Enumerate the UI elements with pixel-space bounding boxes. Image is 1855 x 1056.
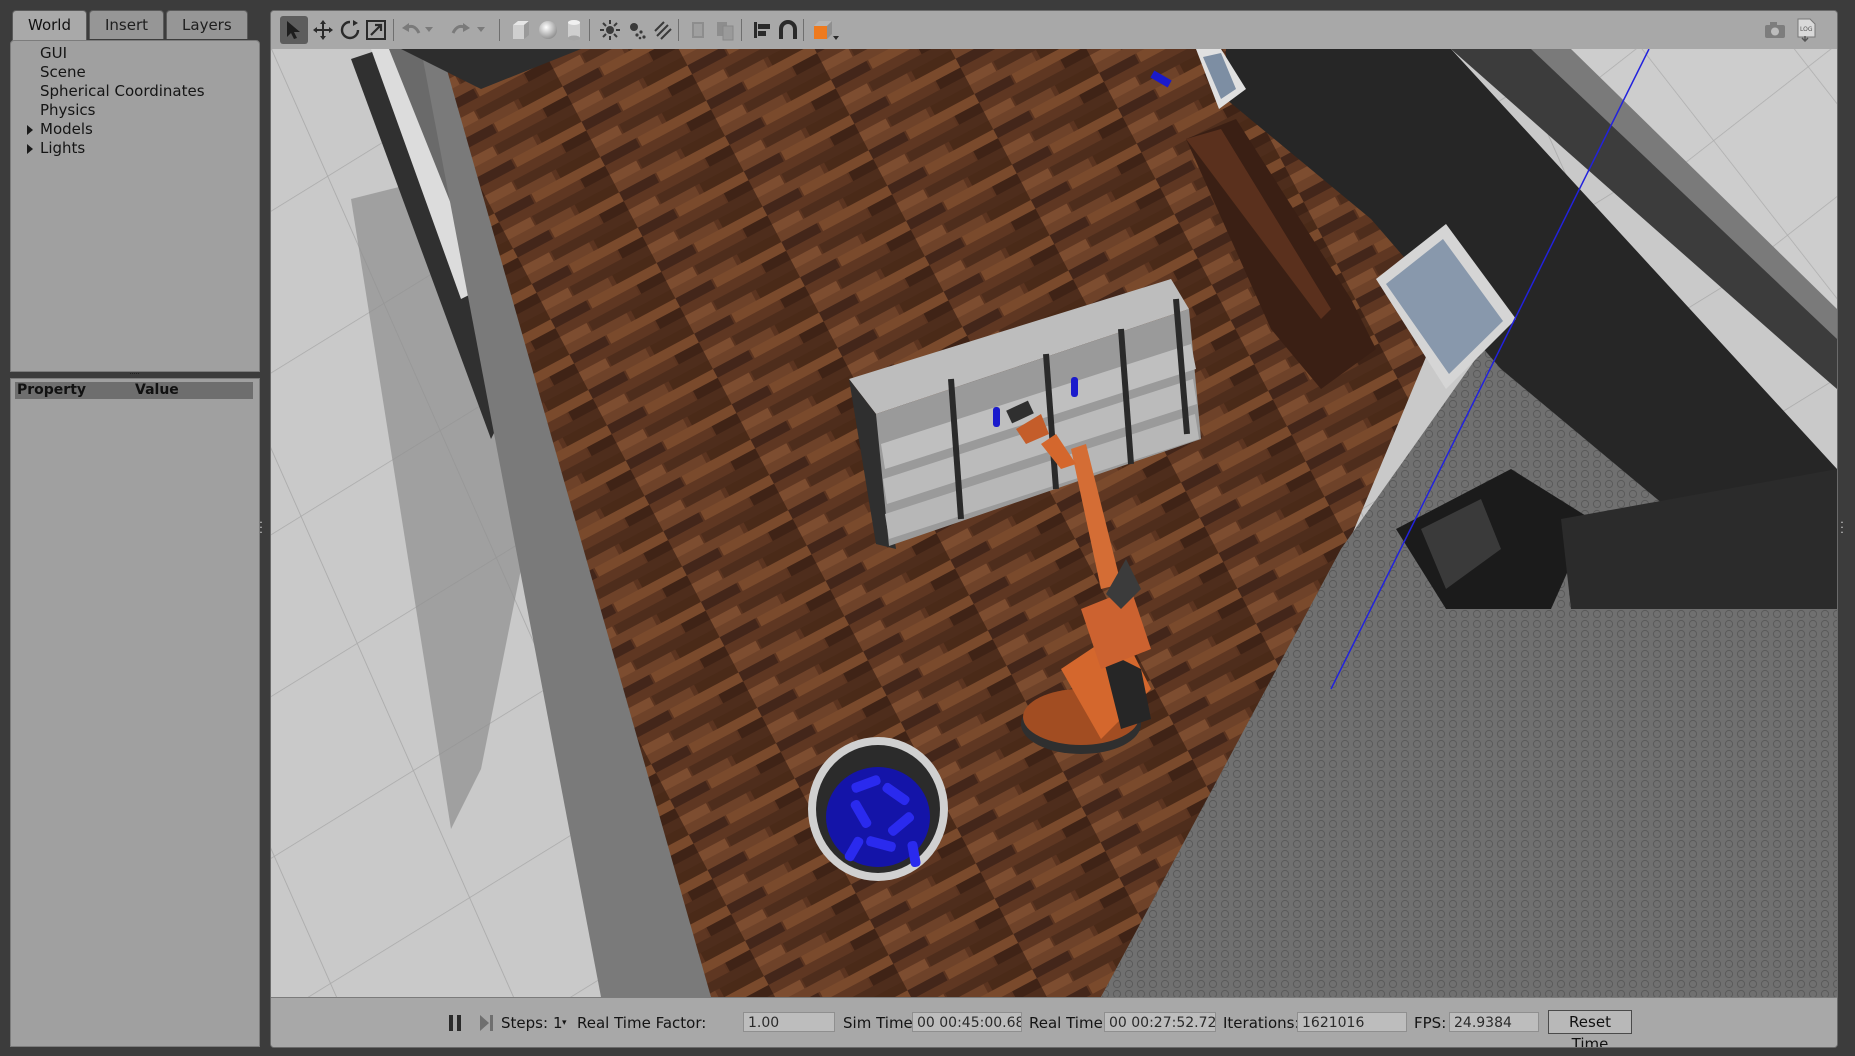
real-time-factor-label: Real Time Factor:: [577, 1014, 707, 1032]
main-area: LOG Steps: 1 ▾ Real Time Factor: 1.00 Si…: [270, 10, 1838, 1048]
undo-dropdown-icon[interactable]: [422, 16, 436, 44]
toolbar-separator: [393, 19, 394, 41]
step-forward-icon[interactable]: [472, 1009, 500, 1037]
fps-label: FPS:: [1414, 1014, 1447, 1032]
real-time-label: Real Time:: [1029, 1014, 1108, 1032]
sim-time-field: 00 00:45:00.683: [912, 1012, 1022, 1032]
property-panel: Property Value: [10, 378, 260, 1047]
right-panel-collapse-handle[interactable]: · · ·: [1840, 517, 1844, 538]
left-panel-collapse-handle[interactable]: · · ·: [259, 517, 263, 538]
point-light-icon[interactable]: [596, 16, 624, 44]
world-tree: GUI Scene Spherical Coordinates Physics …: [10, 40, 260, 372]
tree-item-label: Spherical Coordinates: [40, 82, 205, 100]
steps-label: Steps:: [501, 1014, 549, 1032]
view-angle-icon[interactable]: [809, 16, 843, 44]
toolbar-separator: [678, 19, 679, 41]
tree-item-physics[interactable]: Physics: [40, 101, 95, 120]
fps-field: 24.9384: [1449, 1012, 1539, 1032]
expand-arrow-icon[interactable]: [27, 144, 33, 154]
scale-icon[interactable]: [362, 16, 390, 44]
rotate-icon[interactable]: [336, 16, 364, 44]
tab-layers[interactable]: Layers: [166, 10, 248, 39]
tree-item-lights[interactable]: Lights: [27, 139, 86, 158]
screenshot-camera-icon[interactable]: [1761, 16, 1789, 44]
reset-time-button[interactable]: Reset Time: [1548, 1010, 1632, 1047]
tree-item-label: Models: [40, 120, 93, 138]
select-arrow-icon[interactable]: [280, 16, 308, 44]
real-time-factor-field: 1.00: [743, 1012, 835, 1032]
redo-icon[interactable]: [447, 16, 475, 44]
spot-light-icon[interactable]: [623, 16, 651, 44]
tree-item-gui[interactable]: GUI: [40, 44, 67, 63]
scene-render: [271, 49, 1837, 997]
toolbar: LOG: [271, 11, 1837, 50]
directional-light-icon[interactable]: [649, 16, 677, 44]
bin-model: [808, 737, 948, 881]
toolbar-separator: [803, 19, 804, 41]
3d-viewport[interactable]: [271, 49, 1837, 997]
copy-icon[interactable]: [684, 16, 712, 44]
toolbar-separator: [499, 19, 500, 41]
box-icon[interactable]: [507, 16, 535, 44]
align-icon[interactable]: [748, 16, 776, 44]
iterations-field: 1621016: [1297, 1012, 1407, 1032]
iterations-label: Iterations:: [1223, 1014, 1300, 1032]
undo-icon[interactable]: [397, 16, 425, 44]
tree-item-label: Physics: [40, 101, 96, 119]
value-column-header[interactable]: Value: [135, 382, 179, 399]
snap-magnet-icon[interactable]: [774, 16, 802, 44]
tree-item-models[interactable]: Models: [27, 120, 93, 139]
tab-insert[interactable]: Insert: [89, 10, 165, 39]
tree-item-spherical-coordinates[interactable]: Spherical Coordinates: [40, 82, 205, 101]
svg-text:LOG: LOG: [1800, 26, 1813, 33]
sim-time-label: Sim Time:: [843, 1014, 918, 1032]
status-bar: Steps: 1 ▾ Real Time Factor: 1.00 Sim Ti…: [271, 997, 1837, 1047]
tree-item-label: GUI: [40, 44, 68, 62]
steps-spinner-icon[interactable]: ▾: [562, 1013, 567, 1033]
translate-icon[interactable]: [309, 16, 337, 44]
log-icon[interactable]: LOG: [1792, 16, 1820, 44]
property-table-header: Property Value: [15, 382, 253, 399]
property-column-header[interactable]: Property: [17, 382, 86, 399]
toolbar-separator: [741, 19, 742, 41]
toolbar-separator: [589, 19, 590, 41]
cylinder-icon[interactable]: [560, 16, 588, 44]
redo-dropdown-icon[interactable]: [474, 16, 488, 44]
left-tabs: World Insert Layers: [12, 10, 248, 42]
sphere-icon[interactable]: [534, 16, 562, 44]
tree-item-scene[interactable]: Scene: [40, 63, 86, 82]
tree-item-label: Scene: [40, 63, 86, 81]
tab-world[interactable]: World: [12, 10, 87, 42]
real-time-field: 00 00:27:52.722: [1104, 1012, 1216, 1032]
expand-arrow-icon[interactable]: [27, 125, 33, 135]
pause-icon[interactable]: [441, 1009, 469, 1037]
paste-icon[interactable]: [711, 16, 739, 44]
tree-item-label: Lights: [40, 139, 86, 157]
left-panel: World Insert Layers GUI Scene Spherical …: [0, 0, 264, 1056]
